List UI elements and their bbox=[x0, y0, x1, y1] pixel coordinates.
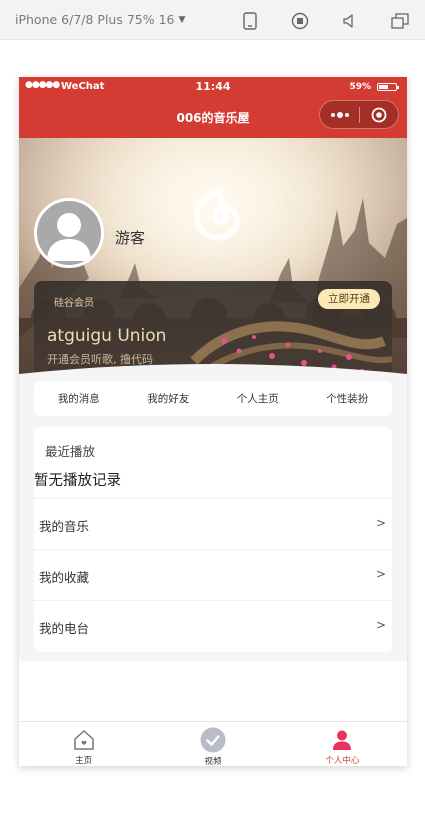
profile-menu: 我的消息 我的好友 个人主页 个性装扮 bbox=[34, 381, 392, 416]
tab-bar: 主页 视频 个人中心 bbox=[19, 721, 407, 766]
default-avatar-icon bbox=[47, 213, 91, 261]
cover-bottom-curve bbox=[19, 364, 407, 378]
tab-label: 视频 bbox=[204, 757, 222, 766]
recent-play-empty: 暂无播放记录 bbox=[34, 473, 121, 489]
mini-program-capsule bbox=[319, 100, 399, 129]
chevron-right-icon: > bbox=[375, 618, 386, 632]
tab-home[interactable]: 主页 bbox=[19, 722, 148, 766]
check-circle-icon bbox=[200, 727, 226, 753]
caret-down-icon: ▼ bbox=[178, 14, 186, 25]
page-bottom-area bbox=[19, 661, 407, 721]
volume-icon[interactable] bbox=[340, 11, 360, 31]
list-item-my-favorites[interactable]: 我的收藏 > bbox=[34, 549, 392, 600]
device-label: iPhone 6/7/8 Plus 75% 16 bbox=[15, 12, 175, 27]
menu-item-messages[interactable]: 我的消息 bbox=[34, 391, 124, 406]
vip-title: atguigu Union bbox=[47, 326, 167, 346]
music-logo-icon bbox=[194, 187, 240, 241]
menu-item-friends[interactable]: 我的好友 bbox=[124, 391, 214, 406]
devtools-toolbar: iPhone 6/7/8 Plus 75% 16 ▼ bbox=[0, 0, 425, 40]
battery-percent: 59% bbox=[349, 82, 371, 92]
record-icon[interactable] bbox=[290, 11, 310, 31]
phone-icon[interactable] bbox=[240, 11, 260, 31]
menu-item-theme[interactable]: 个性装扮 bbox=[303, 391, 393, 406]
battery-icon bbox=[377, 83, 399, 91]
list-item-label: 我的收藏 bbox=[39, 570, 90, 585]
chevron-right-icon: > bbox=[375, 567, 386, 581]
navigation-bar: 006的音乐屋 bbox=[19, 96, 407, 138]
status-bar: ●●●●● WeChat 11:44 59% bbox=[19, 77, 407, 96]
vip-label: 硅谷会员 bbox=[54, 298, 94, 309]
tab-profile[interactable]: 个人中心 bbox=[278, 722, 407, 766]
recent-play-title: 最近播放 bbox=[45, 444, 96, 459]
tab-label: 个人中心 bbox=[325, 756, 360, 766]
close-target-icon[interactable] bbox=[360, 101, 398, 128]
phone-simulator: ●●●●● WeChat 11:44 59% 006的音乐屋 游客 硅谷会员 立… bbox=[19, 77, 407, 766]
user-avatar[interactable] bbox=[34, 198, 104, 268]
window-icon[interactable] bbox=[390, 11, 410, 31]
list-item-label: 我的电台 bbox=[39, 621, 90, 636]
username: 游客 bbox=[115, 229, 146, 247]
tab-video[interactable]: 视频 bbox=[148, 722, 277, 766]
list-item-my-radio[interactable]: 我的电台 > bbox=[34, 600, 392, 651]
menu-item-homepage[interactable]: 个人主页 bbox=[213, 391, 303, 406]
more-dots-icon[interactable] bbox=[320, 101, 359, 128]
home-icon bbox=[71, 727, 97, 752]
list-item-label: 我的音乐 bbox=[39, 519, 90, 534]
personal-list-card: 最近播放 暂无播放记录 我的音乐 > 我的收藏 > 我的电台 > bbox=[34, 427, 392, 652]
device-selector[interactable]: iPhone 6/7/8 Plus 75% 16 ▼ bbox=[15, 12, 185, 27]
chevron-right-icon: > bbox=[375, 516, 386, 530]
tab-label: 主页 bbox=[75, 756, 93, 766]
list-item-my-music[interactable]: 我的音乐 > bbox=[34, 498, 392, 549]
vip-open-button[interactable]: 立即开通 bbox=[318, 289, 380, 309]
profile-cover: 游客 硅谷会员 立即开通 atguigu Union 开通会员听歌, 撸代码 bbox=[19, 138, 407, 378]
person-icon bbox=[329, 727, 355, 752]
